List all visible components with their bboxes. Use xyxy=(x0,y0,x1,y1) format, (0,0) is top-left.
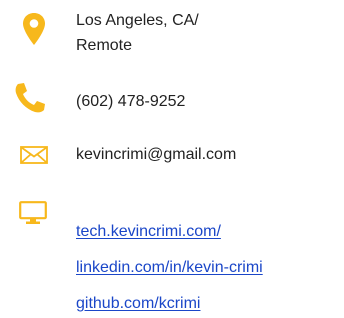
email-row: kevincrimi@gmail.com xyxy=(0,142,344,172)
phone-icon xyxy=(15,83,45,113)
web-links-row: tech.kevincrimi.com/ linkedin.com/in/kev… xyxy=(0,196,344,318)
phone-row: (602) 478-9252 xyxy=(0,82,344,118)
email-address: kevincrimi@gmail.com xyxy=(76,146,237,163)
location-line-1: Los Angeles, CA/ xyxy=(76,12,199,29)
github-link[interactable]: github.com/kcrimi xyxy=(76,291,200,316)
envelope-icon xyxy=(20,146,48,164)
monitor-icon xyxy=(19,201,47,224)
location-row: Los Angeles, CA/ Remote xyxy=(0,0,344,60)
linkedin-link[interactable]: linkedin.com/in/kevin-crimi xyxy=(76,255,263,280)
website-link[interactable]: tech.kevincrimi.com/ xyxy=(76,219,221,244)
phone-number: (602) 478-9252 xyxy=(76,93,186,110)
map-pin-icon xyxy=(23,13,45,45)
location-line-2: Remote xyxy=(76,37,133,54)
